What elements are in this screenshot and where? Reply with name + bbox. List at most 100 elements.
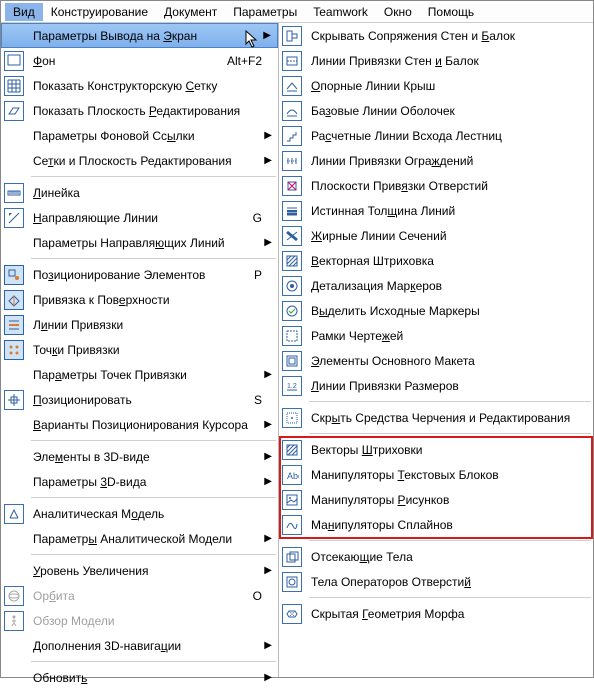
snappts-icon xyxy=(3,339,25,361)
menu-item-label: Манипуляторы Текстовых Блоков xyxy=(311,468,577,482)
hide-join-icon xyxy=(281,25,303,47)
right-menu-item[interactable]: Рамки Чертежей xyxy=(279,323,593,348)
left-menu-item[interactable]: Параметры Направляющих Линий▶ xyxy=(1,230,278,255)
editplane-icon xyxy=(3,100,25,122)
left-menu-item[interactable]: Позиционирование ЭлементовP xyxy=(1,262,278,287)
menu-item-label: Линии Привязки Ограждений xyxy=(311,154,577,168)
left-menu-item[interactable]: Показать Конструкторскую Сетку xyxy=(1,73,278,98)
right-menu-item[interactable]: Опорные Линии Крыш xyxy=(279,73,593,98)
shelllines-icon xyxy=(281,100,303,122)
right-menu-item[interactable]: Истинная Толщина Линий xyxy=(279,198,593,223)
left-menu-item[interactable]: Элементы в 3D-виде▶ xyxy=(1,444,278,469)
raillines-icon xyxy=(281,150,303,172)
left-menu-item[interactable]: ПозиционироватьS xyxy=(1,387,278,412)
submenu-arrow-icon: ▶ xyxy=(262,130,272,141)
menu-item-label: Истинная Толщина Линий xyxy=(311,204,577,218)
no-icon xyxy=(3,125,25,147)
right-menu-item[interactable]: Расчетные Линии Всхода Лестниц xyxy=(279,123,593,148)
menu-item-label: Элементы Основного Макета xyxy=(311,354,577,368)
left-menu-item[interactable]: Привязка к Поверхности xyxy=(1,287,278,312)
menu-item-label: Параметры Направляющих Линий xyxy=(33,236,262,250)
left-menu-item[interactable]: Варианты Позиционирования Курсора▶ xyxy=(1,412,278,437)
left-menu-item[interactable]: Параметры Фоновой Ссылки▶ xyxy=(1,123,278,148)
left-menu-item[interactable]: Дополнения 3D-навигации▶ xyxy=(1,633,278,658)
left-menu-item[interactable]: Направляющие ЛинииG xyxy=(1,205,278,230)
right-menu-item[interactable]: Базовые Линии Оболочек xyxy=(279,98,593,123)
right-menu-item[interactable]: Скрытая Геометрия Морфа xyxy=(279,601,593,626)
menu-shortcut: P xyxy=(254,268,262,282)
menu-документ[interactable]: Документ xyxy=(156,3,225,21)
menu-shortcut: O xyxy=(253,589,262,603)
menu-item-label: Позиционировать xyxy=(33,393,248,407)
menu-item-label: Линии Привязки Стен и Балок xyxy=(311,54,577,68)
left-menu-panel: Параметры Вывода на Экран▶ФонAlt+F2 Показ… xyxy=(1,23,279,677)
no-icon xyxy=(3,446,25,468)
right-menu-item[interactable]: 1.2Линии Привязки Размеров xyxy=(279,373,593,398)
no-icon xyxy=(3,150,25,172)
menu-item-label: Дополнения 3D-навигации xyxy=(33,639,262,653)
menu-item-label: Параметры Аналитической Модели xyxy=(33,532,262,546)
menu-item-label: Показать Плоскость Редактирования xyxy=(33,104,262,118)
right-menu-item[interactable]: Жирные Линии Сечений xyxy=(279,223,593,248)
menu-separator xyxy=(309,433,591,434)
left-menu-item[interactable]: Линии Привязки xyxy=(1,312,278,337)
left-menu-item[interactable]: Параметры Точек Привязки▶ xyxy=(1,362,278,387)
menu-separator xyxy=(31,661,276,662)
right-menu-item[interactable]: Детализация Маркеров xyxy=(279,273,593,298)
hideedit-icon xyxy=(281,407,303,429)
left-menu-item[interactable]: ФонAlt+F2 xyxy=(1,48,278,73)
menu-teamwork[interactable]: Teamwork xyxy=(305,3,376,21)
submenu-arrow-icon: ▶ xyxy=(262,419,272,430)
no-icon xyxy=(3,560,25,582)
right-menu-item[interactable]: Линии Привязки Ограждений xyxy=(279,148,593,173)
menu-item-label: Направляющие Линии xyxy=(33,211,247,225)
menu-item-label: Расчетные Линии Всхода Лестниц xyxy=(311,129,577,143)
right-menu-item[interactable]: Скрывать Сопряжения Стен и Балок xyxy=(279,23,593,48)
menu-item-label: Плоскости Привязки Отверстий xyxy=(311,179,577,193)
right-menu-item[interactable]: Скрыть Средства Черчения и Редактировани… xyxy=(279,405,593,430)
menu-вид[interactable]: Вид xyxy=(5,3,43,21)
right-menu-item[interactable]: Манипуляторы Рисунков xyxy=(279,487,593,512)
right-menu-item[interactable]: Отсекающие Тела xyxy=(279,544,593,569)
submenu-arrow-icon: ▶ xyxy=(262,155,272,166)
menu-помощь[interactable]: Помощь xyxy=(420,3,482,21)
left-menu-item[interactable]: Параметры Вывода на Экран▶ xyxy=(1,23,278,48)
menu-item-label: Скрытая Геометрия Морфа xyxy=(311,607,577,621)
right-menu-item[interactable]: AbcМанипуляторы Текстовых Блоков xyxy=(279,462,593,487)
right-menu-item[interactable]: Линии Привязки Стен и Балок xyxy=(279,48,593,73)
bold-section-icon xyxy=(281,225,303,247)
menu-параметры[interactable]: Параметры xyxy=(225,3,305,21)
submenu-arrow-icon: ▶ xyxy=(262,476,272,487)
walllines-icon xyxy=(281,50,303,72)
menu-item-label: Элементы в 3D-виде xyxy=(33,450,262,464)
menu-item-label: Опорные Линии Крыш xyxy=(311,79,577,93)
left-menu-item[interactable]: Сетки и Плоскость Редактирования▶ xyxy=(1,148,278,173)
right-menu-item[interactable]: Манипуляторы Сплайнов xyxy=(279,512,593,537)
left-menu-item[interactable]: Точки Привязки xyxy=(1,337,278,362)
vecthatch-icon xyxy=(281,250,303,272)
left-menu-item: Обзор Модели xyxy=(1,608,278,633)
left-menu-item[interactable]: Показать Плоскость Редактирования xyxy=(1,98,278,123)
menubar: ВидКонструированиеДокументПараметрыTeamw… xyxy=(1,1,593,23)
menu-item-label: Векторы Штриховки xyxy=(311,443,577,457)
no-icon xyxy=(3,635,25,657)
submenu-arrow-icon: ▶ xyxy=(262,369,272,380)
left-menu-item[interactable]: Параметры Аналитической Модели▶ xyxy=(1,526,278,551)
left-menu-item[interactable]: Параметры 3D-вида▶ xyxy=(1,469,278,494)
right-menu-item[interactable]: Выделить Исходные Маркеры xyxy=(279,298,593,323)
morphgeo-icon xyxy=(281,603,303,625)
right-menu-item[interactable]: Векторная Штриховка xyxy=(279,248,593,273)
right-menu-item[interactable]: Плоскости Привязки Отверстий xyxy=(279,173,593,198)
pichandles-icon xyxy=(281,489,303,511)
no-icon xyxy=(3,528,25,550)
left-menu-item[interactable]: Аналитическая Модель xyxy=(1,501,278,526)
left-menu-item[interactable]: Уровень Увеличения▶ xyxy=(1,558,278,583)
left-menu-item[interactable]: Линейка xyxy=(1,180,278,205)
right-menu-item[interactable]: Тела Операторов Отверстий xyxy=(279,569,593,594)
menu-конструирование[interactable]: Конструирование xyxy=(43,3,156,21)
menu-item-label: Показать Конструкторскую Сетку xyxy=(33,79,262,93)
right-menu-item[interactable]: Векторы Штриховки xyxy=(279,437,593,462)
right-menu-item[interactable]: Элементы Основного Макета xyxy=(279,348,593,373)
menu-окно[interactable]: Окно xyxy=(376,3,420,21)
srcmarkers-icon xyxy=(281,300,303,322)
